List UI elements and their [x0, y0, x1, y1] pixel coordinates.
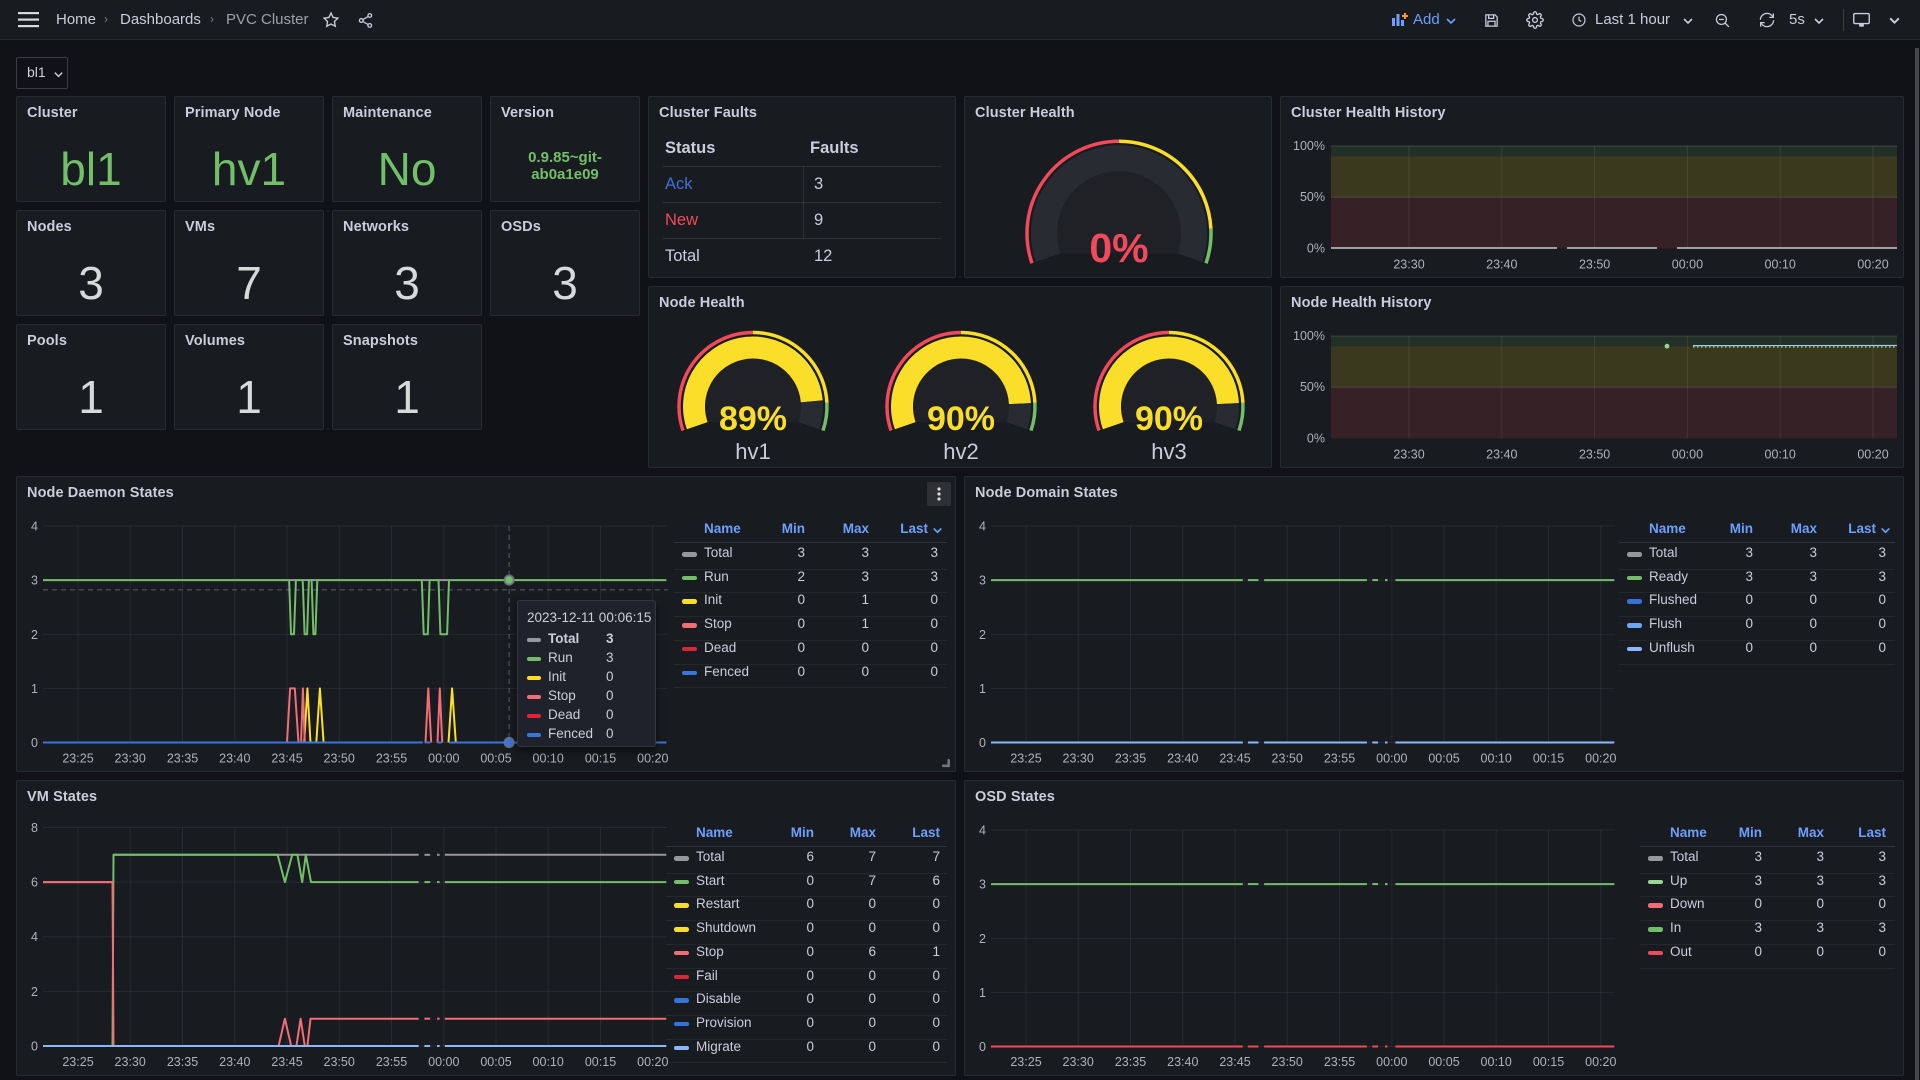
- svg-text:00:00: 00:00: [1672, 448, 1703, 462]
- svg-text:23:40: 23:40: [1486, 258, 1517, 272]
- svg-text:00:20: 00:20: [1857, 258, 1888, 272]
- svg-text:90%: 90%: [1135, 400, 1203, 438]
- svg-text:00:10: 00:10: [1765, 258, 1796, 272]
- svg-text:00:20: 00:20: [1857, 448, 1888, 462]
- svg-text:0%: 0%: [1089, 225, 1148, 271]
- svg-text:100%: 100%: [1293, 329, 1325, 343]
- svg-text:00:00: 00:00: [1672, 258, 1703, 272]
- svg-text:50%: 50%: [1300, 190, 1325, 204]
- svg-text:23:50: 23:50: [1579, 448, 1610, 462]
- svg-text:23:50: 23:50: [1579, 258, 1610, 272]
- svg-text:23:40: 23:40: [1486, 448, 1517, 462]
- svg-text:23:30: 23:30: [1393, 448, 1424, 462]
- svg-text:0%: 0%: [1307, 242, 1325, 256]
- svg-text:100%: 100%: [1293, 139, 1325, 153]
- svg-text:hv3: hv3: [1151, 439, 1186, 464]
- svg-text:0%: 0%: [1307, 432, 1325, 446]
- svg-text:23:30: 23:30: [1393, 258, 1424, 272]
- svg-text:50%: 50%: [1300, 380, 1325, 394]
- svg-text:00:10: 00:10: [1765, 448, 1796, 462]
